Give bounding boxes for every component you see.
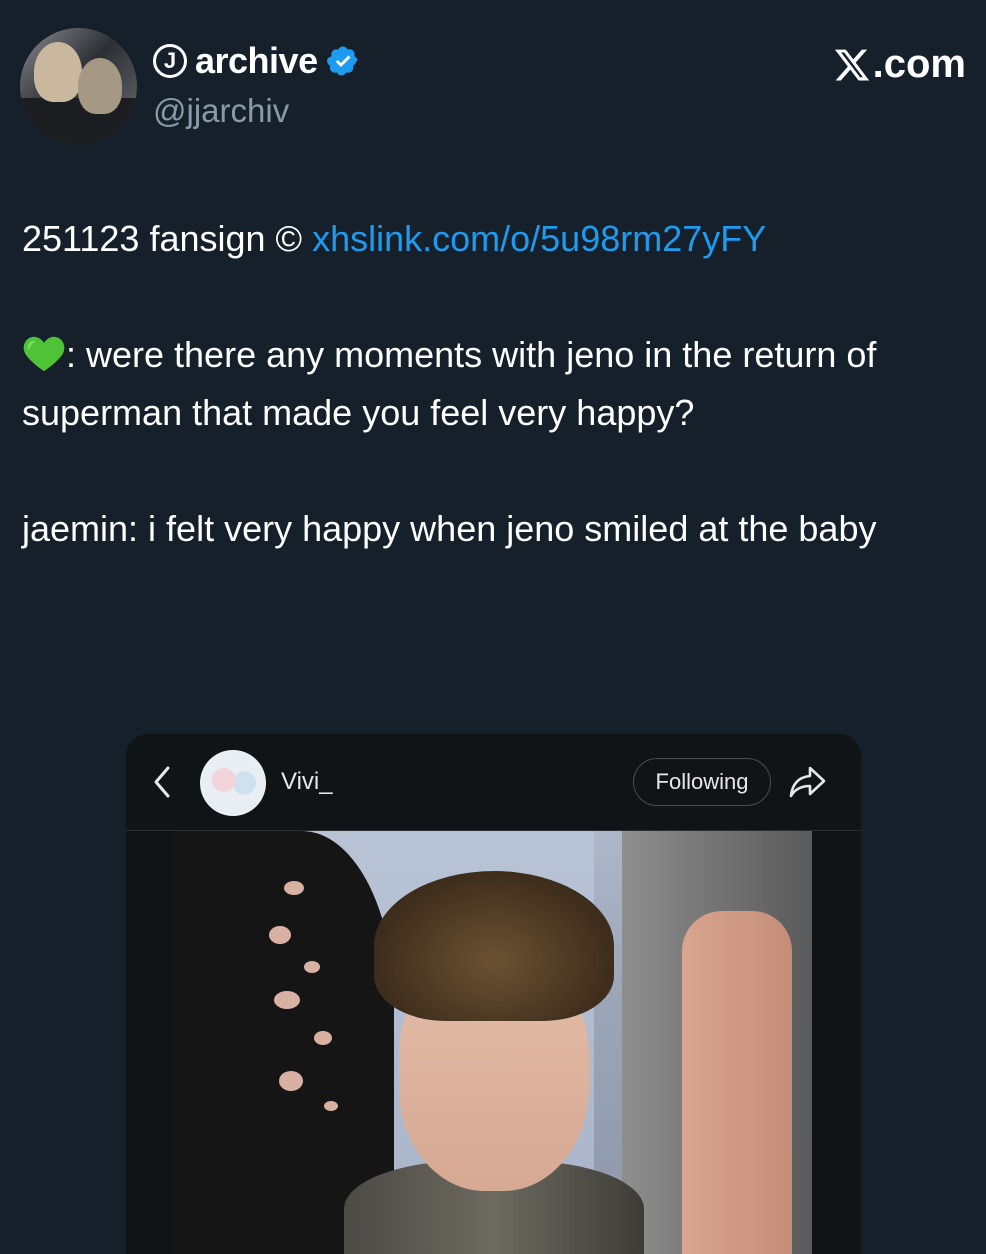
embed-username[interactable]: Vivi_: [281, 768, 333, 796]
x-logo-icon: [834, 49, 869, 80]
site-label: .com: [872, 42, 966, 86]
author-handle[interactable]: @jjarchiv: [153, 92, 289, 130]
following-button[interactable]: Following: [633, 758, 771, 806]
fansign-text: 251123 fansign ©: [22, 218, 313, 259]
tweet-question: : were there any moments with jeno in th…: [22, 326, 962, 442]
question-text: : were there any moments with jeno in th…: [22, 334, 877, 433]
tweet-line-fansign: 251123 fansign © xhslink.com/o/5u98rm27y…: [22, 210, 962, 268]
share-arrow-icon[interactable]: [788, 764, 828, 800]
tweet-header: J archive @jjarchiv .com: [20, 28, 966, 148]
embedded-photo: [174, 831, 812, 1254]
xhs-link[interactable]: xhslink.com/o/5u98rm27yFY: [312, 218, 766, 259]
verified-badge-icon: [326, 46, 358, 76]
circled-j-icon: J: [153, 44, 187, 78]
tweet-body: 251123 fansign © xhslink.com/o/5u98rm27y…: [22, 210, 962, 558]
vivi-avatar[interactable]: [200, 750, 266, 816]
embedded-screenshot: Vivi_ Following: [126, 734, 861, 1254]
author-name-row[interactable]: J archive: [153, 40, 360, 82]
tweet-answer: jaemin: i felt very happy when jeno smil…: [22, 508, 877, 549]
profile-avatar[interactable]: [20, 28, 137, 145]
site-watermark: .com: [833, 42, 966, 87]
green-heart-emoji: [23, 336, 65, 372]
chevron-left-icon[interactable]: [150, 764, 174, 800]
embed-topbar: Vivi_ Following: [126, 734, 861, 831]
author-display-name[interactable]: archive: [195, 40, 318, 82]
